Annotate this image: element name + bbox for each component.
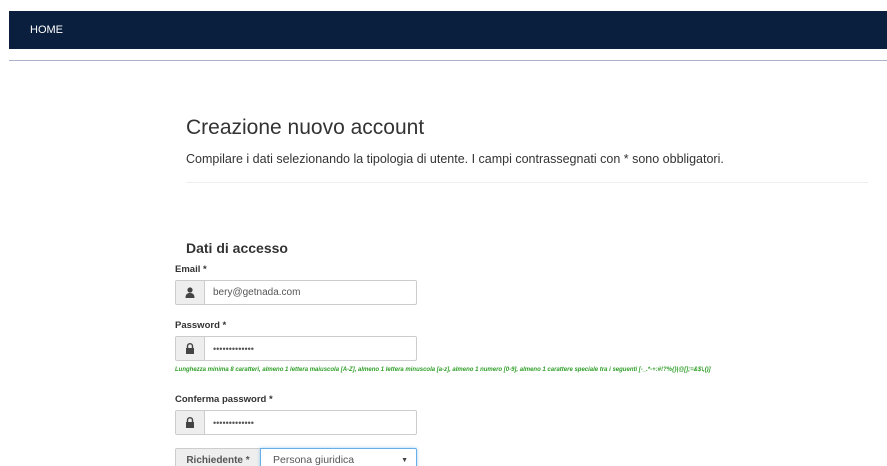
lock-icon bbox=[176, 337, 205, 360]
confirm-password-label: Conferma password * bbox=[175, 394, 273, 405]
requester-label: Richiedente * bbox=[175, 448, 260, 466]
password-field[interactable]: ••••••••••••• bbox=[205, 337, 416, 360]
requester-select[interactable]: Persona giuridica ▼ bbox=[260, 448, 417, 466]
requester-selected-value: Persona giuridica bbox=[273, 454, 355, 466]
email-input-group bbox=[175, 280, 417, 305]
title-divider bbox=[186, 182, 868, 183]
password-requirements-hint: Lunghezza minima 8 caratteri, almeno 1 l… bbox=[175, 367, 711, 373]
password-input-group: ••••••••••••• bbox=[175, 336, 417, 361]
confirm-password-field[interactable]: ••••••••••••• bbox=[205, 411, 416, 434]
page-title: Creazione nuovo account bbox=[186, 116, 425, 139]
section-title-access: Dati di accesso bbox=[186, 240, 288, 256]
email-label: Email * bbox=[175, 264, 207, 275]
requester-group: Richiedente * Persona giuridica ▼ bbox=[175, 448, 417, 466]
lock-icon bbox=[176, 411, 205, 434]
confirm-password-input-group: ••••••••••••• bbox=[175, 410, 417, 435]
navbar-divider bbox=[9, 60, 887, 61]
user-icon bbox=[176, 281, 205, 304]
top-navbar: HOME bbox=[9, 11, 887, 49]
nav-home-link[interactable]: HOME bbox=[30, 24, 63, 36]
password-label: Password * bbox=[175, 320, 227, 331]
page-subtitle: Compilare i dati selezionando la tipolog… bbox=[186, 152, 724, 166]
email-field[interactable] bbox=[205, 281, 416, 304]
caret-down-icon: ▼ bbox=[401, 456, 408, 464]
